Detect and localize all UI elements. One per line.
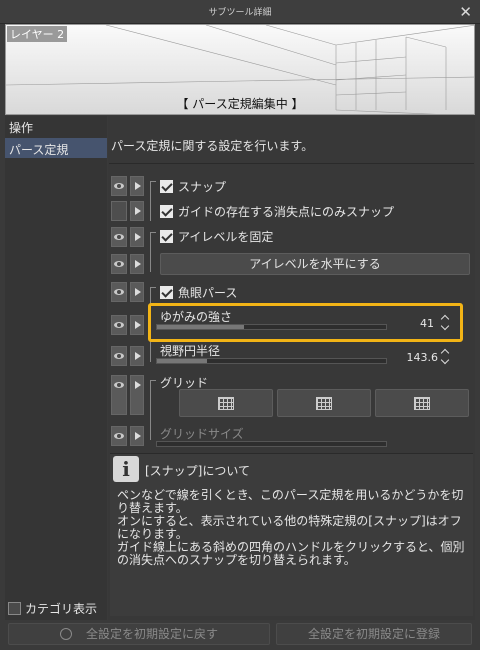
eye-icon[interactable]: [111, 315, 127, 335]
expand-arrow-icon[interactable]: [130, 282, 144, 302]
eye-level-fix-option[interactable]: アイレベルを固定: [160, 228, 273, 245]
expand-arrow-icon[interactable]: [130, 375, 144, 415]
eye-icon[interactable]: [111, 201, 127, 221]
grid-xz-button[interactable]: [375, 389, 469, 417]
snap-label: スナップ: [178, 180, 227, 194]
help-text: ペンなどで線を引くとき、このパース定規を用いるかどうかを切り替えます。 オンにす…: [117, 489, 473, 567]
category-show-label: カテゴリ表示: [25, 602, 98, 616]
expand-arrow-icon[interactable]: [130, 254, 144, 274]
category-show-checkbox[interactable]: [8, 602, 21, 615]
fisheye-label: 魚眼パース: [178, 286, 238, 300]
reset-icon: [59, 628, 72, 640]
help-line: ペンなどで線を引くとき、このパース定規を用いるかどうかを切り替えます。: [117, 488, 464, 515]
eye-level-fix-checkbox[interactable]: [160, 230, 173, 243]
grid-size-slider[interactable]: [156, 441, 387, 447]
view-radius-slider-fill: [157, 359, 208, 363]
view-radius-value[interactable]: 143.6: [396, 351, 439, 364]
edit-status: 【 パース定規編集中 】: [176, 97, 304, 111]
expand-arrow-icon[interactable]: [130, 346, 144, 366]
eye-icon[interactable]: [111, 426, 127, 446]
grid-icon: [218, 397, 234, 410]
category-show-toggle[interactable]: カテゴリ表示: [8, 600, 97, 617]
fisheye-option[interactable]: 魚眼パース: [160, 284, 237, 301]
fisheye-checkbox[interactable]: [160, 286, 173, 299]
guide-snap-label: ガイドの存在する消失点にのみスナップ: [178, 205, 395, 219]
layer-name: レイヤー 2: [7, 26, 68, 42]
spin-updown-icon[interactable]: [440, 349, 452, 365]
group-bracket: [150, 232, 156, 272]
view-radius-slider[interactable]: [156, 358, 387, 364]
highlight-frame: [148, 303, 463, 342]
guide-snap-option[interactable]: ガイドの存在する消失点にのみスナップ: [160, 203, 394, 220]
panel-description: パース定規に関する設定を行います。: [111, 139, 314, 153]
sidebar-item-perspective-ruler[interactable]: パース定規: [5, 138, 107, 158]
divider: [109, 163, 474, 164]
reset-all-label: 全設定を初期設定に戻す: [85, 627, 218, 641]
sidebar-item-operation[interactable]: 操作: [5, 116, 107, 136]
category-sidebar: 操作 パース定規: [5, 116, 107, 620]
view-radius-label: 視野円半径: [160, 344, 221, 358]
expand-arrow-icon[interactable]: [130, 227, 144, 247]
register-default-button[interactable]: 全設定を初期設定に登録: [276, 623, 472, 645]
eye-icon[interactable]: [111, 346, 127, 366]
register-default-label: 全設定を初期設定に登録: [307, 627, 440, 641]
info-icon: i: [113, 456, 139, 482]
expand-arrow-icon[interactable]: [130, 201, 144, 221]
expand-arrow-icon[interactable]: [130, 426, 144, 446]
expand-arrow-icon[interactable]: [130, 176, 144, 196]
grid-icon: [414, 397, 430, 410]
eye-icon[interactable]: [111, 282, 127, 302]
group-bracket: [150, 380, 156, 440]
close-icon[interactable]: ✕: [459, 3, 472, 21]
snap-checkbox[interactable]: [160, 180, 173, 193]
group-bracket: [150, 181, 156, 221]
eye-icon[interactable]: [111, 176, 127, 196]
help-title: [スナップ]について: [145, 464, 251, 478]
help-line: オンにすると、表示されている他の特殊定規の[スナップ]はオフになります。: [117, 514, 462, 541]
snap-option[interactable]: スナップ: [160, 178, 226, 195]
grid-icon: [316, 397, 332, 410]
eye-level-fix-label: アイレベルを固定: [178, 230, 274, 244]
eye-icon[interactable]: [111, 254, 127, 274]
level-eye-line-button[interactable]: アイレベルを水平にする: [160, 253, 470, 275]
reset-all-button[interactable]: 全設定を初期設定に戻す: [8, 623, 270, 645]
help-line: ガイド線上にある斜めの四角のハンドルをクリックすると、個別の消失点へのスナップを…: [117, 540, 465, 567]
guide-snap-checkbox[interactable]: [160, 205, 173, 218]
grid-xy-button[interactable]: [179, 389, 273, 417]
grid-size-label: グリッドサイズ: [160, 427, 244, 441]
eye-icon[interactable]: [111, 227, 127, 247]
eye-icon[interactable]: [111, 375, 127, 415]
title-bar: サブツール詳細 ✕: [0, 0, 480, 24]
expand-arrow-icon[interactable]: [130, 315, 144, 335]
window-title: サブツール詳細: [208, 8, 272, 18]
grid-yz-button[interactable]: [277, 389, 371, 417]
preview-area: レイヤー 2 【 パース定規編集中 】: [5, 24, 475, 115]
